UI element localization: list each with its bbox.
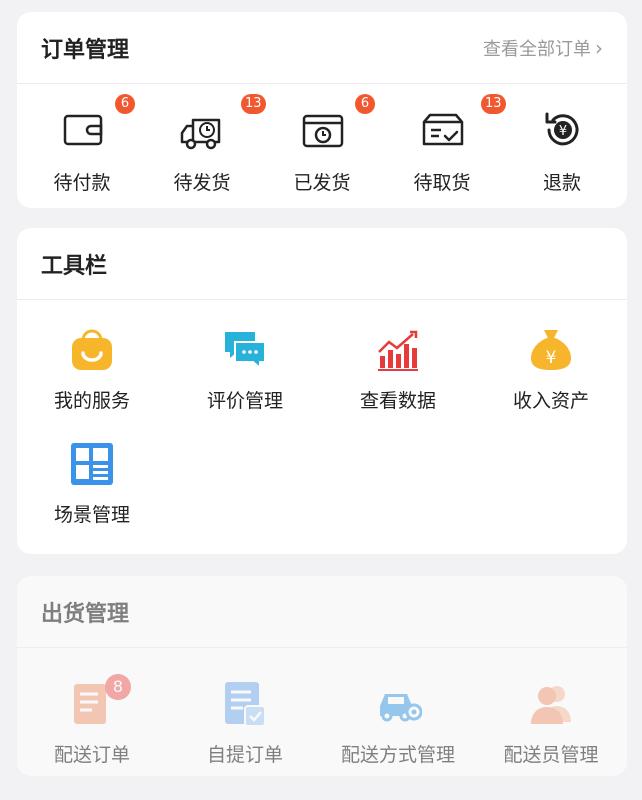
delivery-method-management-label: 配送方式管理 [340, 744, 455, 766]
tool-income-assets[interactable]: ¥ 收入资产 [476, 326, 626, 436]
clock-box-icon [302, 114, 344, 148]
ship-self-pickup-orders[interactable]: 自提订单 [170, 680, 320, 800]
order-status-row: 6 待付款 13 待发货 6 已发货 13 待取货 ¥ 退款 [17, 84, 627, 208]
courier-management-label: 配送员管理 [503, 744, 599, 766]
order-management-card: 订单管理 查看全部订单 › 6 待付款 13 待发货 6 已发货 13 待取货 … [17, 12, 627, 208]
toolbar-header: 工具栏 [17, 228, 627, 300]
pending-payment-badge: 6 [115, 94, 135, 114]
service-bag-icon [72, 329, 112, 370]
review-management-label: 评价管理 [206, 390, 283, 412]
pending-pickup-label: 待取货 [413, 172, 471, 194]
order-refund[interactable]: ¥ 退款 [507, 84, 617, 208]
view-all-orders-label: 查看全部订单 [483, 38, 591, 60]
pending-shipment-label: 待发货 [173, 172, 231, 194]
order-pending-shipment[interactable]: 13 待发货 [147, 84, 266, 208]
scene-management-label: 场景管理 [53, 504, 130, 526]
toolbar-title: 工具栏 [41, 253, 108, 279]
pickup-box-icon [422, 113, 464, 146]
shipping-management-card: 出货管理 8 配送订单 自提订单 配送方式管理 配送员管理 [17, 576, 627, 776]
view-data-label: 查看数据 [359, 390, 436, 412]
bar-chart-icon [378, 330, 418, 371]
refund-label: 退款 [542, 172, 581, 194]
delivery-orders-badge: 8 [105, 674, 131, 700]
income-assets-label: 收入资产 [512, 390, 589, 412]
tool-review-management[interactable]: 评价管理 [170, 326, 320, 436]
order-pending-pickup[interactable]: 13 待取货 [387, 84, 506, 208]
shipped-badge: 6 [355, 94, 375, 114]
shipped-label: 已发货 [293, 172, 351, 194]
view-all-orders-link[interactable]: 查看全部订单 › [483, 35, 603, 61]
pending-shipment-badge: 13 [241, 94, 266, 114]
ship-delivery-method-management[interactable]: 配送方式管理 [323, 680, 473, 800]
delivery-truck-icon [180, 118, 221, 150]
delivery-orders-label: 配送订单 [53, 744, 130, 766]
svg-text:¥: ¥ [559, 124, 567, 139]
order-shipped[interactable]: 6 已发货 [267, 84, 377, 208]
order-pending-payment[interactable]: 6 待付款 [27, 84, 137, 208]
shipping-management-title: 出货管理 [41, 601, 130, 627]
money-bag-icon: ¥ [531, 330, 571, 370]
pending-payment-label: 待付款 [53, 172, 111, 194]
refund-icon: ¥ [545, 112, 579, 146]
layout-grid-icon [71, 443, 113, 485]
tool-my-services[interactable]: 我的服务 [17, 326, 167, 436]
my-services-label: 我的服务 [53, 390, 130, 412]
tool-view-data[interactable]: 查看数据 [323, 326, 473, 436]
self-pickup-orders-label: 自提订单 [206, 744, 283, 766]
order-management-title: 订单管理 [41, 37, 130, 63]
chat-bubbles-icon [225, 332, 266, 371]
chevron-right-icon: › [595, 35, 603, 60]
pending-pickup-badge: 13 [481, 94, 506, 114]
order-management-header: 订单管理 查看全部订单 › [17, 12, 627, 84]
ship-delivery-orders[interactable]: 8 配送订单 [17, 674, 167, 800]
tool-scene-management[interactable]: 场景管理 [17, 440, 167, 550]
car-settings-icon [380, 694, 422, 722]
ship-courier-management[interactable]: 配送员管理 [476, 680, 626, 800]
shipping-management-header: 出货管理 [17, 576, 627, 648]
courier-users-icon [531, 686, 571, 724]
self-pickup-icon [225, 682, 266, 727]
toolbar-card: 工具栏 我的服务 评价管理 查看数据 ¥ 收入资产 场景管理 [17, 228, 627, 554]
wallet-icon [63, 114, 103, 146]
svg-text:¥: ¥ [546, 348, 557, 368]
